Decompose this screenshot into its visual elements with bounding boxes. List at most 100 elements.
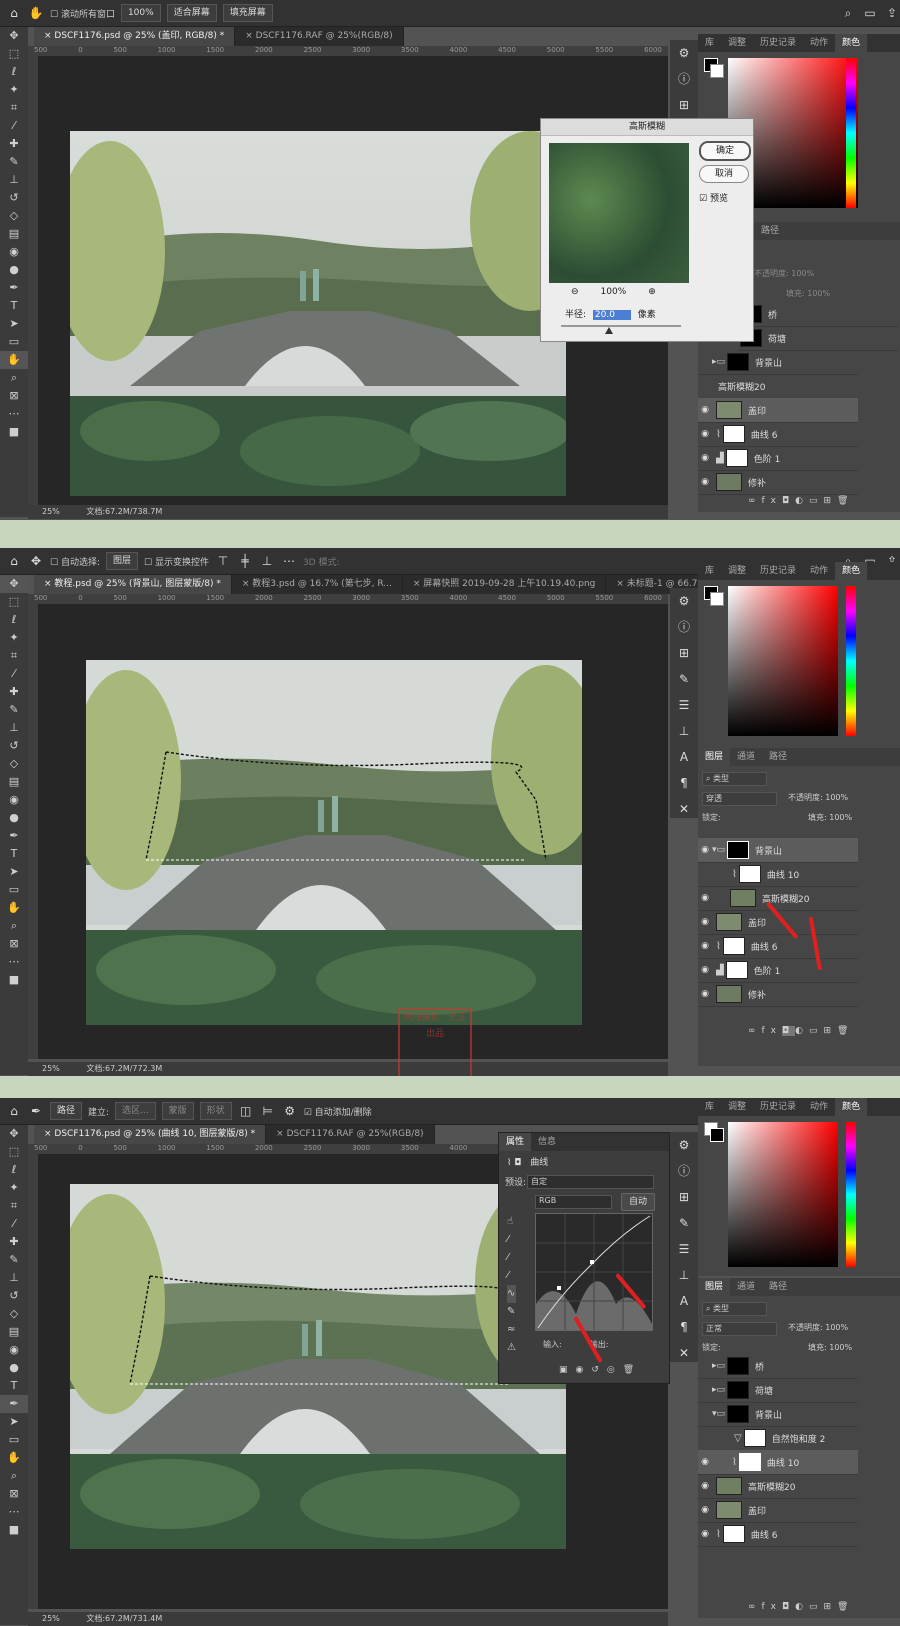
pen-tool-icon[interactable]: ✒: [28, 1103, 44, 1119]
trash-icon[interactable]: 🗑: [837, 496, 854, 506]
path-select-icon[interactable]: ➤: [0, 1413, 28, 1431]
zoom-tool-icon[interactable]: ⌕: [0, 917, 28, 935]
clone-source-icon[interactable]: ⊥: [670, 1262, 698, 1288]
tab-history[interactable]: 历史记录: [753, 1098, 803, 1116]
layer-row[interactable]: ▸▭ 桥: [698, 1354, 858, 1379]
tab-paths[interactable]: 路径: [762, 1278, 794, 1296]
status-doc-size[interactable]: 文档:67.2M/738.7M: [86, 507, 162, 516]
close-icon[interactable]: ×: [242, 579, 252, 589]
tab-history[interactable]: 历史记录: [753, 34, 803, 52]
layer-row[interactable]: ▸▭ 背景山: [698, 350, 858, 375]
auto-add-checkbox[interactable]: ☑ 自动添加/删除: [304, 1105, 372, 1118]
mask-icon[interactable]: ◘: [782, 496, 795, 506]
color-swatches-icon[interactable]: ■: [0, 1521, 28, 1539]
home-icon[interactable]: ⌂: [6, 1103, 22, 1119]
type-tool-icon[interactable]: T: [0, 297, 28, 315]
gradient-tool-icon[interactable]: ▤: [0, 773, 28, 791]
status-zoom[interactable]: 25%: [42, 507, 60, 516]
marquee-tool-icon[interactable]: ⬚: [0, 593, 28, 611]
fx-icon[interactable]: fx: [762, 496, 783, 506]
close-icon[interactable]: ×: [44, 579, 54, 589]
layer-row[interactable]: ◉ ▟ 色阶 1: [698, 446, 858, 471]
tab-info[interactable]: 信息: [531, 1133, 563, 1151]
layer-mask-thumb[interactable]: [743, 1429, 766, 1447]
layer-row[interactable]: ◉ 高斯模糊20: [698, 1474, 858, 1499]
align-icon[interactable]: ⊤: [215, 553, 231, 569]
fill-value[interactable]: 100%: [807, 289, 830, 298]
align-center-icon[interactable]: ╪: [237, 553, 253, 569]
character-icon[interactable]: A: [670, 744, 698, 770]
preset-select[interactable]: 自定: [527, 1175, 654, 1189]
adjust-sliders-icon[interactable]: ☰: [670, 692, 698, 718]
layer-row-selected[interactable]: ◉ ⌇ 曲线 10: [698, 1450, 858, 1475]
eye-icon[interactable]: ◉: [698, 1505, 712, 1515]
history-brush-icon[interactable]: ↺: [0, 189, 28, 207]
info-icon[interactable]: ⓘ: [670, 614, 698, 640]
more-tools-icon[interactable]: ⋯: [0, 1503, 28, 1521]
zoom-in-icon[interactable]: ⊕: [648, 287, 656, 297]
color-swatches-icon[interactable]: ■: [0, 423, 28, 441]
curve-graph[interactable]: [535, 1213, 653, 1331]
doc-tab-active[interactable]: × 教程.psd @ 25% (背景山, 图层蒙版/8) *: [34, 575, 232, 594]
fill-screen-button[interactable]: 填充屏幕: [222, 4, 273, 22]
white-point-eyedropper-icon[interactable]: ⁄: [507, 1267, 516, 1285]
target-adjust-icon[interactable]: ☝: [507, 1213, 516, 1231]
doc-tab[interactable]: × DSCF1176.RAF @ 25%(RGB/8): [266, 1125, 435, 1144]
frame-tool-icon[interactable]: ⊠: [0, 1485, 28, 1503]
blur-tool-icon[interactable]: ◉: [0, 791, 28, 809]
tab-color[interactable]: 颜色: [835, 34, 868, 52]
preview-checkbox[interactable]: ☑ 预览: [699, 191, 728, 204]
tab-library[interactable]: 库: [698, 562, 721, 580]
paragraph-icon[interactable]: ¶: [670, 770, 698, 796]
tab-channels[interactable]: 通道: [730, 1278, 762, 1296]
frame-tool-icon[interactable]: ⊠: [0, 935, 28, 953]
frame-tool-icon[interactable]: ⊠: [0, 387, 28, 405]
blur-preview[interactable]: [549, 143, 689, 283]
brush-settings-icon[interactable]: ✎: [670, 1210, 698, 1236]
status-doc-size[interactable]: 文档:67.2M/772.3M: [86, 1064, 162, 1073]
close-icon[interactable]: ×: [44, 31, 54, 41]
hue-slider[interactable]: [846, 58, 856, 208]
layer-mask-thumb[interactable]: [727, 1381, 750, 1399]
eye-icon[interactable]: ◉: [698, 429, 712, 439]
type-tool-icon[interactable]: T: [0, 1377, 28, 1395]
trash-icon[interactable]: 🗑: [837, 1026, 854, 1036]
healing-brush-icon[interactable]: ✚: [0, 683, 28, 701]
stamp-tool-icon[interactable]: ⊥: [0, 171, 28, 189]
dodge-tool-icon[interactable]: ●: [0, 261, 28, 279]
canvas-area[interactable]: [38, 604, 668, 1059]
channel-select[interactable]: RGB: [535, 1195, 612, 1209]
layer-mask-thumb[interactable]: [727, 1405, 750, 1423]
learn-icon[interactable]: ⚙: [670, 1132, 698, 1158]
move-tool-icon[interactable]: ✥: [0, 575, 28, 593]
layer-mask-thumb[interactable]: [722, 937, 745, 955]
pencil-icon[interactable]: ✎: [507, 1303, 516, 1321]
trash-icon[interactable]: 🗑: [837, 1602, 854, 1612]
link-icon[interactable]: ∞: [748, 1026, 762, 1036]
eyedropper-icon[interactable]: ⁄: [0, 665, 28, 683]
eye-icon[interactable]: ◉: [698, 1529, 712, 1539]
path-select-icon[interactable]: ➤: [0, 315, 28, 333]
grid-icon[interactable]: ⊞: [670, 640, 698, 666]
color-swatches-icon[interactable]: ■: [0, 971, 28, 989]
path-ops-icon[interactable]: ◫: [238, 1103, 254, 1119]
eraser-tool-icon[interactable]: ◇: [0, 755, 28, 773]
workspace-icon[interactable]: ▭: [862, 5, 878, 21]
tools-icon[interactable]: ✕: [670, 1340, 698, 1366]
brush-settings-icon[interactable]: ✎: [670, 666, 698, 692]
dodge-tool-icon[interactable]: ●: [0, 809, 28, 827]
path-align-icon[interactable]: ⊨: [260, 1103, 276, 1119]
status-zoom[interactable]: 25%: [42, 1614, 60, 1623]
eyedropper-icon[interactable]: ⁄: [0, 117, 28, 135]
pen-tool-icon[interactable]: ✒: [0, 827, 28, 845]
doc-tab-active[interactable]: × DSCF1176.psd @ 25% (盖印, RGB/8) *: [34, 27, 236, 46]
blur-tool-icon[interactable]: ◉: [0, 243, 28, 261]
eraser-tool-icon[interactable]: ◇: [0, 207, 28, 225]
shape-button[interactable]: 形状: [199, 1102, 232, 1120]
crop-tool-icon[interactable]: ⌗: [0, 1197, 28, 1215]
brush-tool-icon[interactable]: ✎: [0, 701, 28, 719]
folder-icon[interactable]: ▭: [809, 496, 824, 506]
hue-slider[interactable]: [846, 586, 856, 736]
clip-icon[interactable]: ▣: [559, 1365, 576, 1375]
info-icon[interactable]: ⓘ: [670, 1158, 698, 1184]
